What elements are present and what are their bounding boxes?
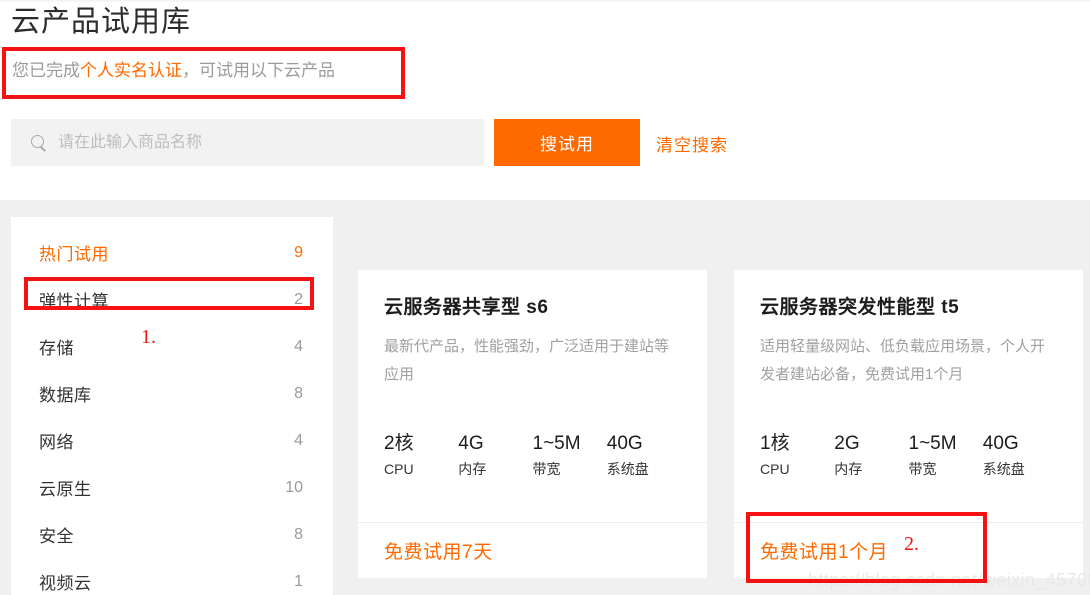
- search-box[interactable]: [11, 119, 484, 166]
- spec-label: 系统盘: [982, 461, 1025, 477]
- spec-bandwidth: 1~5M 带宽: [909, 431, 983, 481]
- spec-label: 带宽: [908, 461, 937, 477]
- page-title: 云产品试用库: [11, 6, 192, 38]
- sidebar-item-elastic-compute[interactable]: 弹性计算 2: [11, 276, 333, 323]
- spec-system-disk: 40G 系统盘: [983, 431, 1057, 481]
- product-card-footer: 免费试用1个月: [734, 522, 1083, 578]
- subtitle-highlight: 个人实名认证: [80, 61, 182, 80]
- spec-value: 1~5M: [532, 433, 581, 454]
- sidebar-item-cloud-native[interactable]: 云原生 10: [11, 464, 333, 511]
- sidebar-item-label: 视频云: [39, 574, 92, 593]
- spec-label: 系统盘: [606, 461, 649, 477]
- spec-value: 40G: [606, 433, 643, 454]
- sidebar-item-label: 云原生: [39, 480, 92, 499]
- sidebar-item-video-cloud[interactable]: 视频云 1: [11, 558, 333, 595]
- spec-bandwidth: 1~5M 带宽: [533, 431, 607, 481]
- product-card-body: 云服务器共享型 s6 最新代产品，性能强劲，广泛适用于建站等应用 2核 CPU …: [358, 270, 707, 481]
- product-description: 适用轻量级网站、低负载应用场景，个人开发者建站必备，免费试用1个月: [760, 338, 1046, 383]
- sidebar-item-count: 10: [285, 478, 303, 496]
- spec-value: 1核: [760, 433, 790, 454]
- free-trial-link[interactable]: 免费试用1个月: [760, 537, 888, 564]
- product-card[interactable]: 云服务器突发性能型 t5 适用轻量级网站、低负载应用场景，个人开发者建站必备，免…: [734, 270, 1083, 578]
- spec-cpu: 1核 CPU: [760, 431, 834, 481]
- subtitle-suffix: ，可试用以下云产品: [182, 61, 335, 80]
- product-card-footer: 免费试用7天: [358, 522, 707, 578]
- spec-memory: 2G 内存: [834, 431, 908, 481]
- sidebar-item-storage[interactable]: 存储 4: [11, 323, 333, 370]
- product-specs: 2核 CPU 4G 内存 1~5M 带宽 40G 系统盘: [384, 431, 681, 481]
- sidebar-item-label: 网络: [39, 433, 74, 452]
- spec-label: 带宽: [532, 461, 561, 477]
- clear-search-link[interactable]: 清空搜索: [656, 131, 728, 156]
- sidebar-item-count: 1: [294, 572, 303, 590]
- sidebar-item-label: 存储: [39, 339, 74, 358]
- sidebar-item-count: 8: [294, 384, 303, 402]
- product-card[interactable]: 云服务器共享型 s6 最新代产品，性能强劲，广泛适用于建站等应用 2核 CPU …: [358, 270, 707, 578]
- sidebar-item-count: 8: [294, 525, 303, 543]
- free-trial-link[interactable]: 免费试用7天: [384, 537, 493, 564]
- sidebar-item-count: 4: [294, 337, 303, 355]
- spec-cpu: 2核 CPU: [384, 431, 458, 481]
- spec-value: 2核: [384, 433, 414, 454]
- spec-label: 内存: [834, 461, 863, 477]
- product-specs: 1核 CPU 2G 内存 1~5M 带宽 40G 系统盘: [760, 431, 1057, 481]
- spec-value: 2G: [834, 433, 860, 454]
- spec-value: 40G: [982, 433, 1019, 454]
- product-title: 云服务器突发性能型 t5: [760, 297, 960, 318]
- sidebar-item-database[interactable]: 数据库 8: [11, 370, 333, 417]
- sidebar-item-network[interactable]: 网络 4: [11, 417, 333, 464]
- spec-label: CPU: [760, 461, 790, 477]
- sidebar-item-hot[interactable]: 热门试用 9: [11, 229, 333, 276]
- sidebar-item-label: 热门试用: [39, 245, 109, 264]
- sidebar-item-count: 2: [294, 290, 303, 308]
- spec-value: 1~5M: [908, 433, 957, 454]
- search-submit-button[interactable]: 搜试用: [494, 119, 640, 166]
- product-card-body: 云服务器突发性能型 t5 适用轻量级网站、低负载应用场景，个人开发者建站必备，免…: [734, 270, 1083, 481]
- sidebar-item-count: 9: [294, 243, 303, 261]
- sidebar-item-label: 安全: [39, 527, 74, 546]
- spec-value: 4G: [458, 433, 484, 454]
- subtitle-prefix: 您已完成: [12, 61, 80, 80]
- spec-label: CPU: [384, 461, 414, 477]
- verification-status-text: 您已完成个人实名认证，可试用以下云产品: [12, 58, 335, 84]
- spec-label: 内存: [458, 461, 487, 477]
- content-region: 热门试用 9 弹性计算 2 存储 4 数据库 8 网络 4 云原生 10 安全 …: [0, 200, 1090, 595]
- search-icon: [31, 134, 47, 151]
- category-sidebar: 热门试用 9 弹性计算 2 存储 4 数据库 8 网络 4 云原生 10 安全 …: [11, 217, 333, 595]
- search-input[interactable]: [58, 119, 458, 166]
- product-title: 云服务器共享型 s6: [384, 297, 549, 318]
- sidebar-item-label: 弹性计算: [39, 292, 109, 311]
- spec-system-disk: 40G 系统盘: [607, 431, 681, 481]
- sidebar-item-label: 数据库: [39, 386, 92, 405]
- product-description: 最新代产品，性能强劲，广泛适用于建站等应用: [384, 338, 670, 383]
- sidebar-item-security[interactable]: 安全 8: [11, 511, 333, 558]
- sidebar-item-count: 4: [294, 431, 303, 449]
- spec-memory: 4G 内存: [458, 431, 532, 481]
